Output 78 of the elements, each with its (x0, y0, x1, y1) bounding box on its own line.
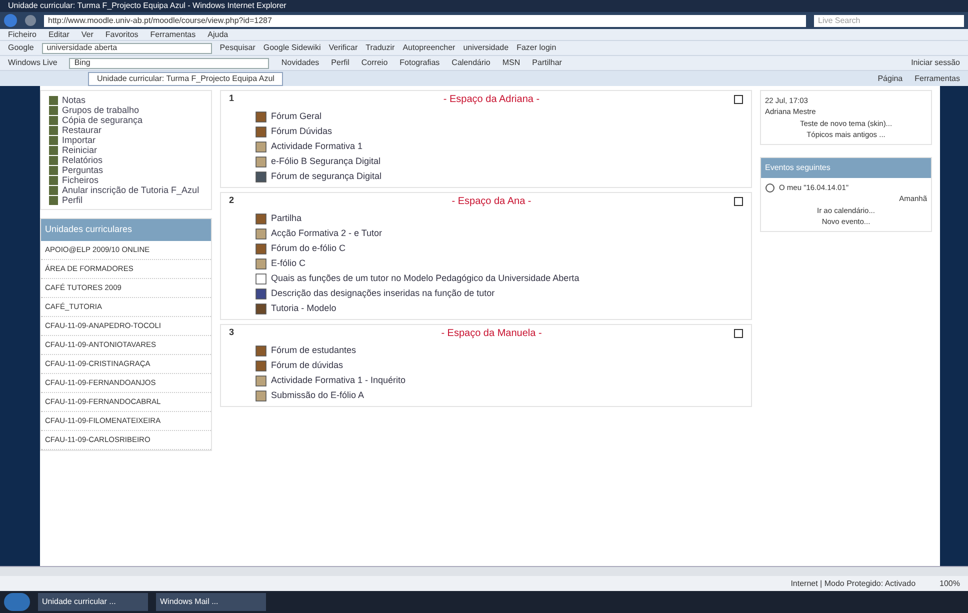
admin-link[interactable]: Reiniciar (62, 145, 98, 155)
menu-item[interactable]: Ferramentas (150, 28, 196, 40)
command-button[interactable]: Página (878, 72, 903, 86)
horizontal-scrollbar[interactable] (0, 566, 968, 576)
activity-link[interactable]: Acção Formativa 2 - e Tutor (271, 227, 382, 241)
menu-item[interactable]: Ficheiro (8, 28, 36, 40)
activity-link[interactable]: Fórum Geral (271, 110, 322, 124)
admin-link[interactable]: Importar (62, 135, 96, 145)
section-title: - Espaço da Adriana - (442, 92, 541, 106)
toolbar-link[interactable]: MSN (502, 57, 520, 69)
admin-link[interactable]: Anular inscrição de Tutoria F_Azul (62, 185, 200, 195)
start-button[interactable] (4, 593, 30, 611)
activity-link[interactable]: Quais as funções de um tutor no Modelo Pedagógico da Universidade Aberta (271, 272, 580, 286)
toolbar-button[interactable]: Google Sidewiki (263, 42, 321, 54)
toolbar-link[interactable]: Calendário (452, 57, 490, 69)
activity-link[interactable]: Fórum de segurança Digital (271, 170, 382, 184)
toolbar-link[interactable]: Novidades (281, 57, 320, 69)
section-title: - Espaço da Manuela - (440, 326, 543, 340)
menu-item[interactable]: Editar (48, 28, 70, 40)
toolbar-button[interactable]: Fazer login (516, 42, 556, 54)
checkbox-icon[interactable] (734, 94, 743, 104)
toolbar-label: Windows Live (8, 57, 58, 69)
activity-link[interactable]: Descrição das designações inseridas na função de tutor (271, 287, 495, 301)
admin-link[interactable]: Relatórios (62, 155, 103, 165)
block-header: Eventos seguintes (761, 158, 931, 178)
zoom-level[interactable]: 100% (940, 578, 960, 590)
address-field[interactable]: http://www.moodle.univ-ab.pt/moodle/course/view.php?id=1287 (44, 14, 806, 26)
section-number: 2 (229, 194, 236, 208)
activity-link[interactable]: Fórum de estudantes (271, 344, 356, 358)
signin-link[interactable]: Iniciar sessão (911, 57, 960, 69)
activity-link[interactable]: Submissão do E-fólio A (271, 389, 364, 403)
checkbox-icon[interactable] (734, 328, 743, 338)
activity-link[interactable]: Actividade Formativa 1 - Inquérito (271, 374, 406, 388)
activity-link[interactable]: Actividade Formativa 1 (271, 140, 363, 154)
activity-link[interactable]: Fórum de dúvidas (271, 359, 344, 373)
toolbar-button[interactable]: Autopreencher (402, 42, 456, 54)
bing-search-field[interactable]: Bing (69, 58, 270, 68)
section-number: 1 (229, 92, 236, 106)
activity-link[interactable]: Partilha (271, 212, 302, 226)
admin-link[interactable]: Perfil (62, 195, 83, 205)
admin-link[interactable]: Ficheiros (62, 175, 99, 185)
toolbar-button[interactable]: Traduzir (366, 42, 395, 54)
taskbar-button[interactable]: Windows Mail ... (156, 593, 266, 611)
admin-link[interactable]: Perguntas (62, 165, 104, 175)
toolbar-link[interactable]: Correio (361, 57, 388, 69)
menu-item[interactable]: Ajuda (208, 28, 228, 40)
browser-tab[interactable]: Unidade curricular: Turma F_Projecto Equipa Azul (88, 72, 284, 86)
security-zone: Internet | Modo Protegido: Activado (790, 578, 916, 590)
menu-item[interactable]: Ver (81, 28, 94, 40)
speech-bubble-icon (765, 182, 775, 193)
taskbar-button[interactable]: Unidade curricular ... (38, 593, 148, 611)
admin-link[interactable]: Grupos de trabalho (62, 105, 140, 115)
toolbar-link[interactable]: Fotografias (400, 57, 440, 69)
checkbox-icon[interactable] (734, 196, 743, 206)
toolbar-link[interactable]: Partilhar (532, 57, 562, 69)
block-header: Unidades curriculares (41, 219, 211, 240)
admin-link[interactable]: Notas (62, 95, 86, 105)
admin-link[interactable]: Restaurar (62, 125, 102, 135)
toolbar-label: Google (8, 42, 34, 54)
activity-link[interactable]: Fórum Dúvidas (271, 125, 332, 139)
command-button[interactable]: Ferramentas (914, 72, 960, 86)
toolbar-button[interactable]: Verificar (328, 42, 358, 54)
activity-link[interactable]: e-Fólio B Segurança Digital (271, 155, 381, 169)
activity-link[interactable]: Fórum do e-fólio C (271, 242, 346, 256)
activity-link[interactable]: E-fólio C (271, 257, 306, 271)
toolbar-link[interactable]: Perfil (331, 57, 350, 69)
google-search-field[interactable]: universidade aberta (42, 42, 212, 54)
section-title: - Espaço da Ana - (450, 194, 532, 208)
toolbar-button[interactable]: Pesquisar (220, 42, 256, 54)
activity-link[interactable]: Tutoria - Modelo (271, 302, 336, 316)
menu-item[interactable]: Favoritos (105, 28, 138, 40)
toolbar-button[interactable]: universidade (463, 42, 509, 54)
forward-button[interactable] (25, 15, 36, 26)
window-title-bar: Unidade curricular: Turma F_Projecto Equipa Azul - Windows Internet Explorer (0, 0, 968, 12)
section-number: 3 (229, 326, 236, 340)
back-button[interactable] (4, 14, 17, 27)
admin-link[interactable]: Cópia de segurança (62, 115, 143, 125)
search-field[interactable]: Live Search (814, 14, 964, 26)
